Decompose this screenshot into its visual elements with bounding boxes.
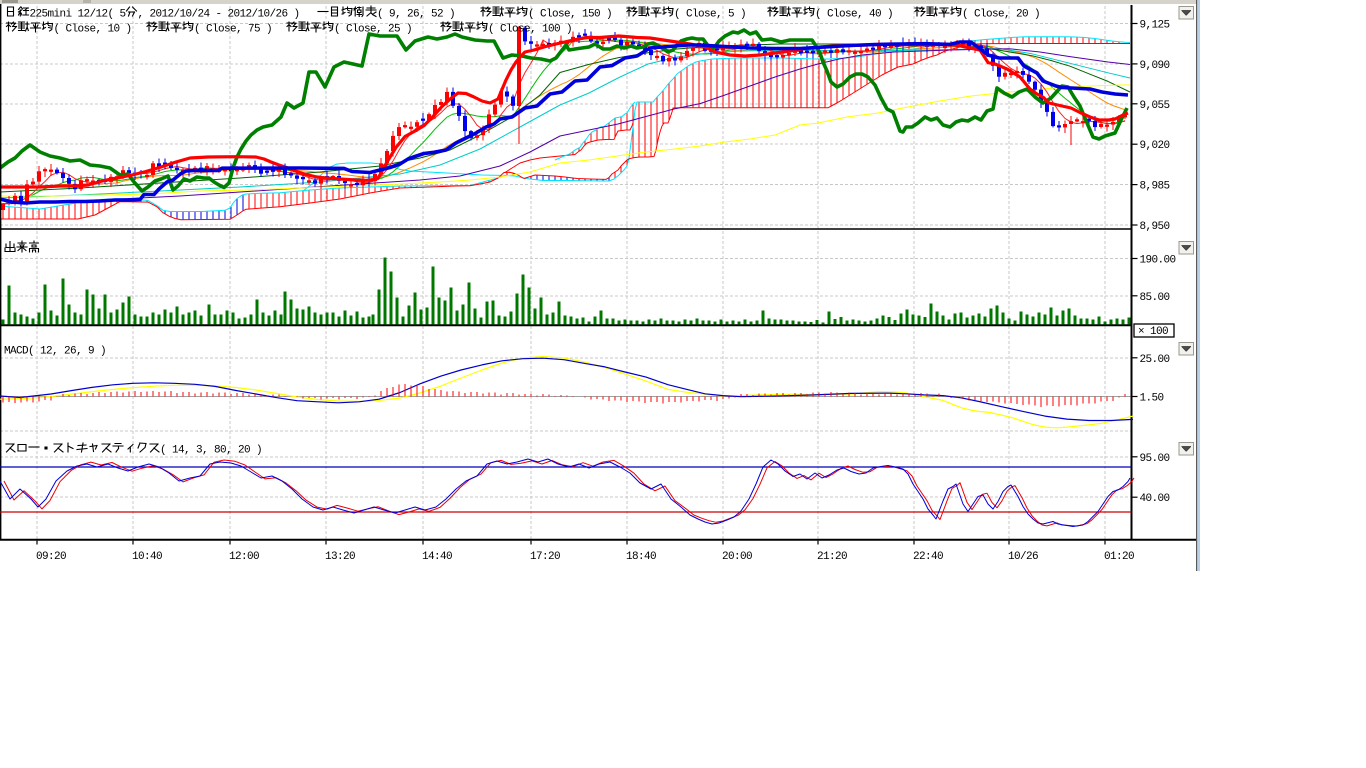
svg-text:( 9, 26, 52 ): ( 9, 26, 52 ) [377, 8, 455, 20]
svg-text:14:40: 14:40 [422, 551, 452, 563]
svg-text:( Close, 100 ): ( Close, 100 ) [488, 23, 572, 35]
svg-text:12:00: 12:00 [229, 551, 259, 563]
svg-text:190.00: 190.00 [1140, 255, 1176, 267]
svg-text:( Close, 75 ): ( Close, 75 ) [194, 23, 272, 35]
svg-text:, 2012/10/24 - 2012/10/26 ): , 2012/10/24 - 2012/10/26 ) [138, 8, 300, 20]
svg-text:10/26: 10/26 [1008, 551, 1038, 563]
svg-text:95.00: 95.00 [1140, 453, 1170, 465]
svg-text:( Close, 10 ): ( Close, 10 ) [54, 23, 132, 35]
svg-text:10:40: 10:40 [132, 551, 162, 563]
svg-text:9,055: 9,055 [1140, 100, 1170, 112]
svg-text:9,020: 9,020 [1140, 140, 1170, 152]
svg-text:13:20: 13:20 [325, 551, 355, 563]
svg-text:( Close, 5 ): ( Close, 5 ) [674, 8, 746, 20]
svg-text:( Close, 150 ): ( Close, 150 ) [528, 8, 612, 20]
svg-text:9,090: 9,090 [1140, 60, 1170, 72]
svg-text:1.50: 1.50 [1140, 393, 1164, 405]
svg-text:25.00: 25.00 [1140, 354, 1170, 366]
svg-text:40.00: 40.00 [1140, 493, 1170, 505]
svg-text:( 14, 3, 80, 20 ): ( 14, 3, 80, 20 ) [160, 444, 262, 456]
svg-text:17:20: 17:20 [530, 551, 560, 563]
svg-text:20:00: 20:00 [722, 551, 752, 563]
svg-text:8,985: 8,985 [1140, 181, 1170, 193]
svg-text:( Close, 40 ): ( Close, 40 ) [815, 8, 893, 20]
svg-text:21:20: 21:20 [817, 551, 847, 563]
svg-text:× 100: × 100 [1138, 326, 1168, 338]
svg-text:8,950: 8,950 [1140, 221, 1170, 233]
svg-text:( Close, 20 ): ( Close, 20 ) [962, 8, 1040, 20]
svg-text:01:20: 01:20 [1104, 551, 1134, 563]
svg-text:09:20: 09:20 [36, 551, 66, 563]
svg-text:18:40: 18:40 [626, 551, 656, 563]
svg-text:9,125: 9,125 [1140, 20, 1170, 32]
svg-text:225mini 12/12( 5: 225mini 12/12( 5 [30, 8, 126, 20]
svg-text:22:40: 22:40 [913, 551, 943, 563]
svg-text:85.00: 85.00 [1140, 292, 1170, 304]
svg-text:( Close, 25 ): ( Close, 25 ) [334, 23, 412, 35]
svg-text:MACD( 12, 26, 9 ): MACD( 12, 26, 9 ) [4, 346, 106, 358]
